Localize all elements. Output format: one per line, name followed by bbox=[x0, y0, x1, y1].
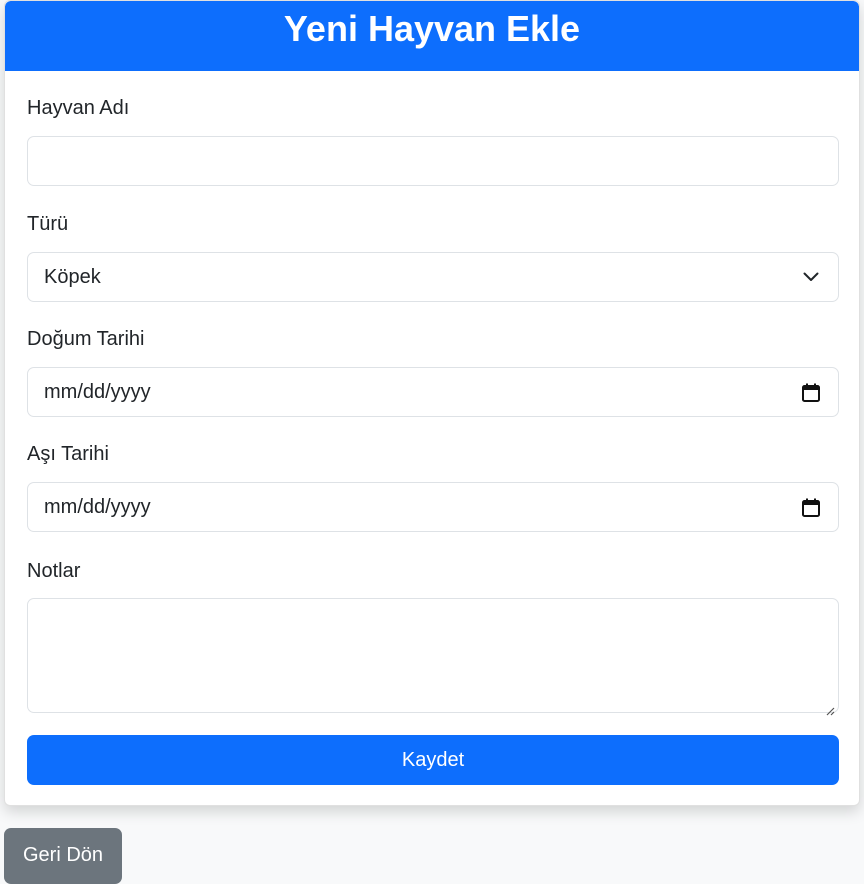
species-label: Türü bbox=[27, 213, 69, 235]
chevron-down-icon bbox=[800, 266, 822, 288]
species-selected-value: Köpek bbox=[44, 265, 101, 288]
calendar-icon[interactable] bbox=[800, 496, 822, 518]
vaccine-date-input[interactable]: mm/dd/yyyy bbox=[27, 482, 839, 532]
card-header: Yeni Hayvan Ekle bbox=[5, 1, 859, 71]
add-animal-card: Yeni Hayvan Ekle Hayvan Adı Türü Köpek D… bbox=[4, 0, 860, 806]
save-button[interactable]: Kaydet bbox=[27, 735, 839, 785]
birth-date-label: Doğum Tarihi bbox=[27, 328, 145, 350]
vaccine-date-label: Aşı Tarihi bbox=[27, 443, 109, 465]
name-input[interactable] bbox=[27, 136, 839, 186]
back-button[interactable]: Geri Dön bbox=[4, 828, 122, 884]
page-title: Yeni Hayvan Ekle bbox=[283, 8, 581, 49]
notes-textarea[interactable] bbox=[27, 598, 839, 716]
notes-label: Notlar bbox=[27, 560, 81, 582]
birth-date-input[interactable]: mm/dd/yyyy bbox=[27, 367, 839, 417]
birth-date-placeholder: mm/dd/yyyy bbox=[44, 380, 151, 403]
name-label: Hayvan Adı bbox=[27, 97, 130, 119]
calendar-icon[interactable] bbox=[800, 381, 822, 403]
resize-grip-icon[interactable] bbox=[825, 699, 835, 716]
species-select[interactable]: Köpek bbox=[27, 252, 839, 302]
vaccine-date-placeholder: mm/dd/yyyy bbox=[44, 495, 151, 518]
